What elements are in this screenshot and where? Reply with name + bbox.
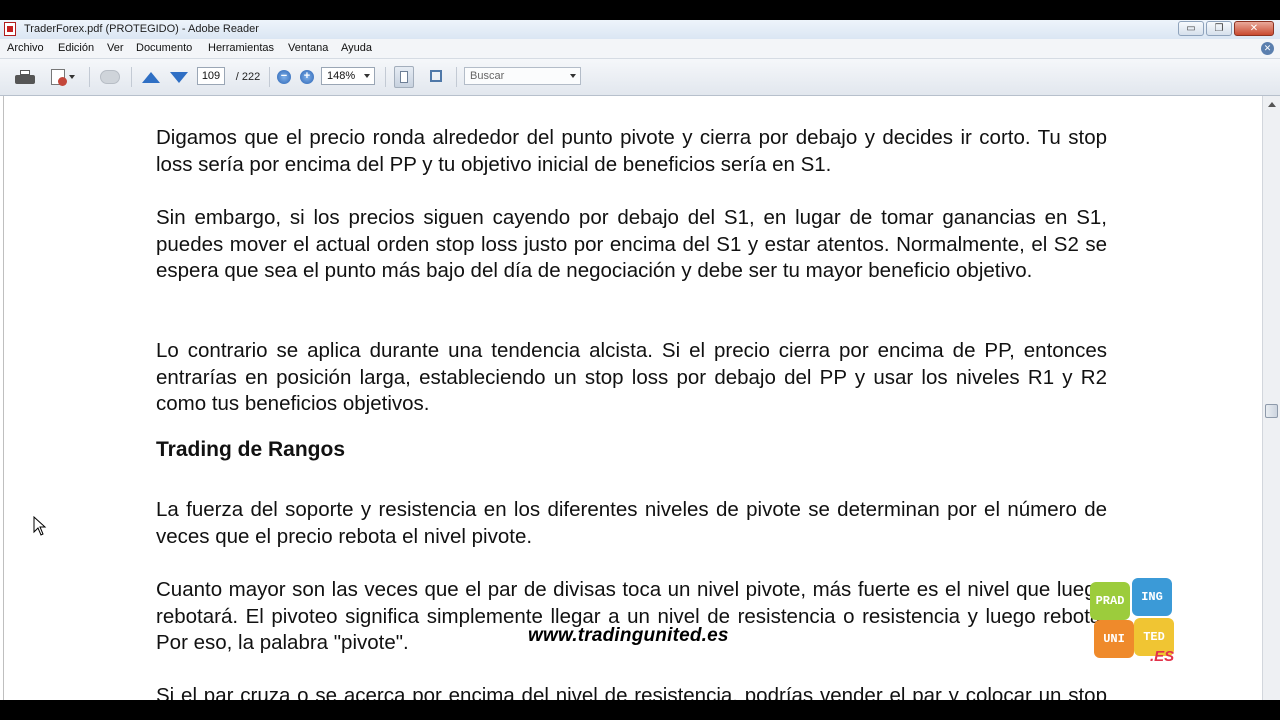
chevron-down-icon [570,74,576,78]
zoom-in-button[interactable]: + [299,66,315,88]
menu-bar: Archivo Edición Ver Documento Herramient… [0,39,1280,59]
zoom-in-icon: + [300,70,314,84]
toolbar: / 222 − + [0,59,1280,96]
toolbar-separator [456,67,457,87]
logo-piece: PRAD [1090,582,1130,620]
collaborate-button[interactable] [97,66,123,88]
page-number-input[interactable]: 109 [197,67,225,85]
watermark-url: www.tradingunited.es [528,625,729,646]
previous-page-button[interactable] [140,66,162,88]
print-button[interactable] [13,66,37,88]
toolbar-separator [269,67,270,87]
title-bar: TraderForex.pdf (PROTEGIDO) - Adobe Read… [0,20,1280,40]
search-placeholder: Buscar [470,70,505,82]
fit-page-icon [394,66,414,88]
mouse-cursor-icon [33,516,47,536]
arrow-up-icon [142,71,160,83]
zoom-select[interactable]: 148% [321,67,375,85]
total-pages: / 222 [235,71,261,83]
fit-page-button[interactable] [393,66,415,88]
scroll-up-icon[interactable] [1268,102,1276,107]
share-button[interactable] [47,66,79,88]
toolbar-separator [131,67,132,87]
page-edge [3,96,4,700]
vertical-scrollbar[interactable] [1262,96,1280,700]
document-close-icon[interactable]: ✕ [1261,42,1274,55]
chevron-down-icon [364,74,370,78]
restore-button[interactable]: ❐ [1206,21,1232,36]
toolbar-separator [89,67,90,87]
logo-piece: UNI [1094,620,1134,658]
menu-herramientas[interactable]: Herramientas [208,42,274,54]
arrow-down-icon [170,71,188,83]
toolbar-separator [385,67,386,87]
paragraph-4: La fuerza del soporte y resistencia en l… [156,498,1107,548]
section-heading: Trading de Rangos [156,438,346,461]
search-input[interactable]: Buscar [464,67,581,85]
window-controls: ▭ ❐ ✕ [1178,21,1274,36]
menu-edicion[interactable]: Edición [58,42,94,54]
menu-documento[interactable]: Documento [136,42,192,54]
pdf-app-icon [4,22,16,36]
window-title: TraderForex.pdf (PROTEGIDO) - Adobe Read… [24,23,259,35]
menu-ayuda[interactable]: Ayuda [341,42,372,54]
scrollbar-thumb[interactable] [1265,404,1278,418]
logo-piece: ING [1132,578,1172,616]
zoom-out-icon: − [277,70,291,84]
document-gear-icon [51,69,67,86]
full-screen-button[interactable] [427,66,447,88]
zoom-out-button[interactable]: − [276,66,292,88]
paragraph-3: Lo contrario se aplica durante una tende… [156,339,1107,415]
bottom-border [0,700,1280,720]
menu-ver[interactable]: Ver [107,42,124,54]
menu-archivo[interactable]: Archivo [7,42,44,54]
paragraph-6: Si el par cruza o se acerca por encima d… [156,684,1107,700]
close-button[interactable]: ✕ [1234,21,1274,36]
collaborate-icon [100,70,120,84]
next-page-button[interactable] [168,66,190,88]
printer-icon [15,70,35,84]
document-page[interactable]: Digamos que el precio ronda alrededor de… [0,96,1262,700]
tradingunited-logo: PRAD ING UNI TED .ES [1088,578,1180,668]
full-screen-icon [428,68,446,86]
menu-ventana[interactable]: Ventana [288,42,328,54]
paragraph-2: Sin embargo, si los precios siguen cayen… [156,206,1107,282]
logo-suffix: .ES [1150,648,1175,665]
paragraph-1: Digamos que el precio ronda alrededor de… [156,126,1107,176]
minimize-button[interactable]: ▭ [1178,21,1204,36]
zoom-value: 148% [327,70,356,82]
